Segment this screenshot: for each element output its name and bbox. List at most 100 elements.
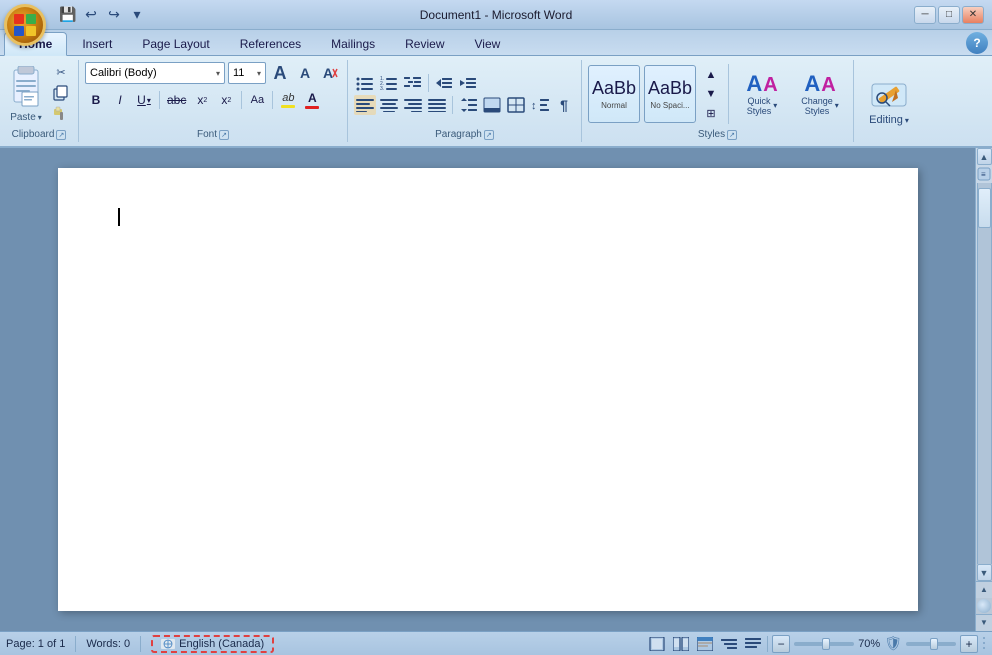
align-center-button[interactable] <box>378 95 400 115</box>
bullets-button[interactable] <box>354 73 376 93</box>
paragraph-expand-icon[interactable]: ↗ <box>484 130 494 140</box>
zoom-track-thumb[interactable] <box>930 638 938 650</box>
editing-button[interactable]: Editing ▾ <box>865 72 913 130</box>
highlight-color-button[interactable]: ab <box>277 89 299 111</box>
undo-button[interactable]: ↩ <box>81 5 101 25</box>
change-styles-button[interactable]: A A ChangeStyles ▾ <box>793 69 847 120</box>
bold-button[interactable]: B <box>85 89 107 111</box>
styles-scroll-down-button[interactable]: ▼ <box>700 86 722 102</box>
font-grow-button[interactable]: A <box>269 62 291 84</box>
view-print-layout-button[interactable] <box>647 635 667 653</box>
clipboard-expand-icon[interactable]: ↗ <box>56 130 66 140</box>
view-outline-button[interactable] <box>719 635 739 653</box>
line-spacing-button[interactable] <box>457 95 479 115</box>
quick-styles-button[interactable]: A A QuickStyles ▾ <box>735 69 789 120</box>
underline-button[interactable]: U▾ <box>133 89 155 111</box>
separator2 <box>241 91 242 109</box>
superscript-button[interactable]: x2 <box>215 89 237 111</box>
customize-quick-access-icon[interactable]: ▾ <box>127 5 147 25</box>
clipboard-group: Paste ▾ ✂ <box>0 60 79 142</box>
paste-label[interactable]: Paste ▾ <box>10 112 42 123</box>
styles-gallery-button[interactable]: ⊞ <box>700 105 722 121</box>
view-web-layout-button[interactable] <box>695 635 715 653</box>
quick-access-toolbar: 💾 ↩ ↪ ▾ <box>58 5 147 25</box>
office-button[interactable] <box>4 4 46 46</box>
borders-button[interactable] <box>505 95 527 115</box>
restore-button[interactable]: □ <box>938 6 960 24</box>
align-right-button[interactable] <box>402 95 424 115</box>
tab-mailings[interactable]: Mailings <box>316 31 390 55</box>
word-count: Words: 0 <box>86 638 130 650</box>
numbering-button[interactable]: 1. 2. 3. <box>378 73 400 93</box>
zoom-bar-track <box>906 637 956 651</box>
styles-sep <box>728 64 729 124</box>
help-button[interactable]: ? <box>966 32 988 54</box>
clipboard-small-tools: ✂ <box>50 62 72 126</box>
copy-button[interactable] <box>50 83 72 103</box>
font-color-button[interactable]: A <box>301 89 323 111</box>
status-sep1 <box>75 636 76 652</box>
format-painter-button[interactable] <box>50 104 72 124</box>
show-marks-button[interactable]: ¶ <box>553 95 575 115</box>
styles-scroll-up-button[interactable]: ▲ <box>700 67 722 83</box>
font-expand-icon[interactable]: ↗ <box>219 130 229 140</box>
resize-grip[interactable] <box>982 635 986 653</box>
styles-group-label: Styles ↗ <box>588 126 847 140</box>
scroll-thumb[interactable] <box>978 188 991 228</box>
save-button[interactable]: 💾 <box>58 5 78 25</box>
select-browse-object-button[interactable] <box>977 599 991 613</box>
tab-review[interactable]: Review <box>390 31 459 55</box>
style-no-spacing-button[interactable]: AaBb No Spaci... <box>644 65 696 123</box>
zoom-in-button[interactable]: + <box>960 635 978 653</box>
window-controls: ─ □ ✕ <box>914 6 984 24</box>
browse-object-prev-button[interactable]: ≡ <box>977 167 991 181</box>
align-left-button[interactable] <box>354 95 376 115</box>
sort-button[interactable]: ↕ <box>529 95 551 115</box>
close-button[interactable]: ✕ <box>962 6 984 24</box>
browse-down-button[interactable]: ▼ <box>976 614 992 631</box>
redo-button[interactable]: ↪ <box>104 5 124 25</box>
strikethrough-button[interactable]: abc <box>164 89 189 111</box>
view-full-reading-button[interactable] <box>671 635 691 653</box>
subscript-button[interactable]: x2 <box>191 89 213 111</box>
tab-page-layout[interactable]: Page Layout <box>127 31 224 55</box>
multilevel-list-button[interactable] <box>402 73 424 93</box>
tab-insert[interactable]: Insert <box>67 31 127 55</box>
svg-text:↕: ↕ <box>531 100 537 112</box>
zoom-out-button[interactable]: − <box>772 635 790 653</box>
minimize-button[interactable]: ─ <box>914 6 936 24</box>
style-normal-button[interactable]: AaBb Normal <box>588 65 640 123</box>
separator3 <box>272 91 273 109</box>
font-shrink-button[interactable]: A <box>294 62 316 84</box>
decrease-indent-button[interactable] <box>433 73 455 93</box>
case-change-button[interactable]: Aa <box>246 89 268 111</box>
italic-button[interactable]: I <box>109 89 131 111</box>
cut-button[interactable]: ✂ <box>50 62 72 82</box>
font-size-selector[interactable]: 11 ▾ <box>228 62 266 84</box>
tab-view[interactable]: View <box>460 31 516 55</box>
font-group: Calibri (Body) ▾ 11 ▾ A A A <box>79 60 348 142</box>
paste-button[interactable] <box>6 62 46 112</box>
language-text: English (Canada) <box>179 638 264 650</box>
view-draft-button[interactable] <box>743 635 763 653</box>
scroll-up-button[interactable]: ▲ <box>977 148 992 165</box>
justify-button[interactable] <box>426 95 448 115</box>
browse-up-button[interactable]: ▲ <box>976 581 992 598</box>
scroll-down-button[interactable]: ▼ <box>977 564 992 581</box>
paragraph-group-label: Paragraph ↗ <box>354 126 575 140</box>
font-group-label: Font ↗ <box>85 126 341 140</box>
shading-button[interactable] <box>481 95 503 115</box>
zoom-slider-thumb[interactable] <box>822 638 830 650</box>
title-bar: 💾 ↩ ↪ ▾ Document1 - Microsoft Word ─ □ ✕ <box>0 0 992 30</box>
styles-expand-icon[interactable]: ↗ <box>727 130 737 140</box>
ribbon-content: Paste ▾ ✂ <box>0 56 992 146</box>
scroll-track[interactable] <box>977 183 992 564</box>
increase-indent-button[interactable] <box>457 73 479 93</box>
document-page[interactable] <box>58 168 918 611</box>
para-sep1 <box>428 74 429 92</box>
clear-format-button[interactable]: A <box>319 62 341 84</box>
language-selector[interactable]: English (Canada) <box>151 635 274 653</box>
document-canvas[interactable] <box>0 148 975 631</box>
font-family-selector[interactable]: Calibri (Body) ▾ <box>85 62 225 84</box>
tab-references[interactable]: References <box>225 31 316 55</box>
